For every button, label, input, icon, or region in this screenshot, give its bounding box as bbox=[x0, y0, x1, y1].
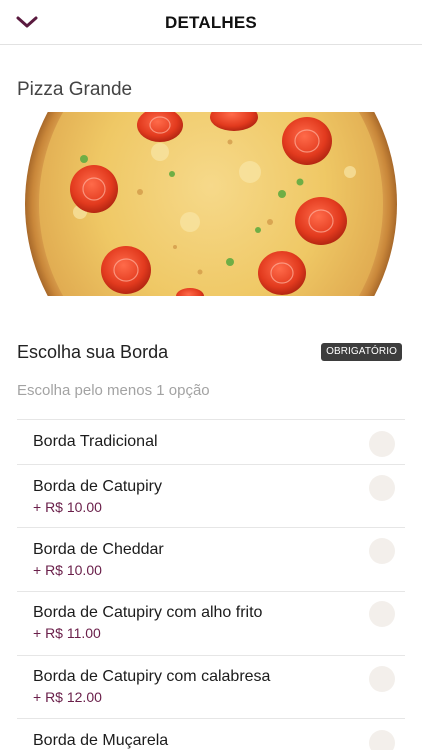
section-subtitle: Escolha pelo menos 1 opção bbox=[17, 382, 210, 399]
required-badge: OBRIGATÓRIO bbox=[321, 343, 402, 361]
options-list: Borda Tradicional Borda de Catupiry + R$… bbox=[17, 419, 405, 750]
section-title: Escolha sua Borda bbox=[17, 342, 169, 362]
option-row[interactable]: Borda Tradicional bbox=[17, 419, 405, 464]
option-row[interactable]: Borda de Catupiry com alho frito + R$ 11… bbox=[17, 591, 405, 655]
page-title: DETALHES bbox=[165, 13, 257, 32]
option-row[interactable]: Borda de Catupiry com calabresa + R$ 12.… bbox=[17, 655, 405, 718]
pizza-image bbox=[0, 112, 422, 296]
option-label: Borda de Catupiry com alho frito bbox=[33, 604, 263, 621]
option-price: + R$ 10.00 bbox=[33, 562, 102, 578]
option-radio[interactable] bbox=[369, 601, 395, 627]
option-label: Borda Tradicional bbox=[33, 433, 158, 450]
option-radio[interactable] bbox=[369, 475, 395, 501]
option-price: + R$ 10.00 bbox=[33, 499, 102, 515]
option-row[interactable]: Borda de Catupiry + R$ 10.00 bbox=[17, 464, 405, 527]
product-name: Pizza Grande bbox=[17, 79, 133, 100]
option-radio[interactable] bbox=[369, 730, 395, 750]
option-row[interactable]: Borda de Muçarela bbox=[17, 718, 405, 750]
option-row[interactable]: Borda de Cheddar + R$ 10.00 bbox=[17, 527, 405, 591]
option-price: + R$ 11.00 bbox=[33, 625, 101, 641]
option-price: + R$ 12.00 bbox=[33, 689, 102, 705]
option-label: Borda de Cheddar bbox=[33, 541, 164, 558]
option-radio[interactable] bbox=[369, 431, 395, 457]
option-radio[interactable] bbox=[369, 666, 395, 692]
top-bar: DETALHES bbox=[0, 0, 422, 45]
option-label: Borda de Catupiry bbox=[33, 478, 162, 495]
option-label: Borda de Catupiry com calabresa bbox=[33, 668, 271, 685]
option-label: Borda de Muçarela bbox=[33, 732, 169, 749]
option-radio[interactable] bbox=[369, 538, 395, 564]
